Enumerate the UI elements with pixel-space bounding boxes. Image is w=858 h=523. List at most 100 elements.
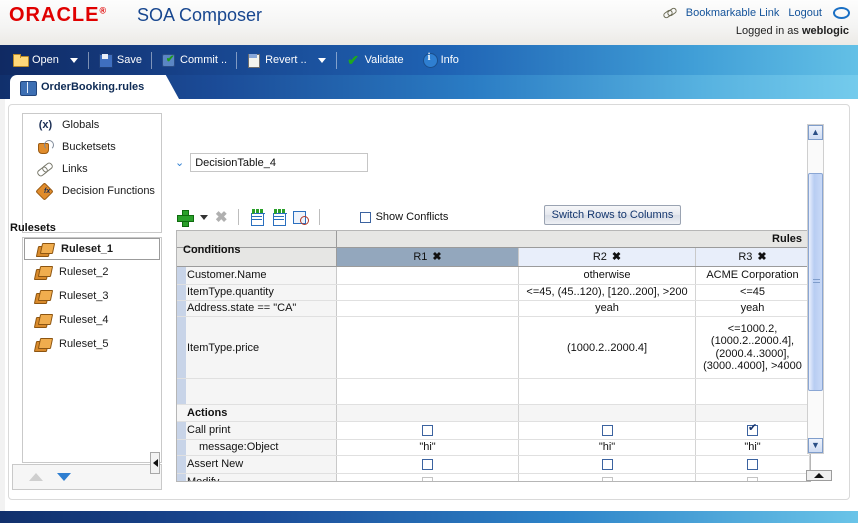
action-value-cell-r1[interactable] [337, 456, 519, 473]
sidebar-item-ruleset-3[interactable]: Ruleset_3 [23, 284, 161, 308]
collapse-panel-button[interactable] [806, 470, 832, 481]
split-cell-icon[interactable] [249, 208, 264, 226]
bookmarkable-link[interactable]: Bookmarkable Link [686, 7, 780, 19]
delete-rule-icon[interactable]: ✖ [432, 251, 441, 263]
action-name-cell[interactable]: Call print [177, 422, 337, 439]
add-dropdown-arrow[interactable] [200, 214, 208, 220]
sidebar-item-decision-functions[interactable]: Decision Functions [23, 180, 161, 202]
scroll-up-button[interactable]: ▲ [808, 125, 823, 140]
action-param-name-cell[interactable]: message:Object [177, 440, 337, 455]
logout-link[interactable]: Logout [788, 7, 822, 19]
delete-icon[interactable]: ✖ [215, 210, 228, 225]
condition-value-cell-r3[interactable]: <=45 [696, 285, 810, 300]
show-conflicts-toggle[interactable]: Show Conflicts [359, 211, 448, 223]
save-button[interactable]: Save [93, 51, 147, 69]
condition-value-cell-r1[interactable] [337, 267, 519, 284]
action-value-cell-r2[interactable] [519, 456, 696, 473]
action-param-cell-r3[interactable]: "hi" [696, 440, 810, 455]
condition-value-cell-r2[interactable]: yeah [519, 301, 696, 316]
row-gutter [177, 379, 186, 404]
condition-value-cell-r2[interactable]: otherwise [519, 267, 696, 284]
action-value-cell-r2[interactable] [519, 422, 696, 439]
action-param-cell-r1[interactable]: "hi" [337, 440, 519, 455]
move-up-icon[interactable] [29, 473, 43, 481]
rulesets-heading: Rulesets [10, 222, 56, 234]
rule-column-header-r1[interactable]: R1 ✖ [337, 248, 519, 266]
condition-name-label: Customer.Name [187, 269, 267, 281]
save-label: Save [116, 54, 142, 66]
open-button[interactable]: Open [8, 51, 64, 69]
sidebar-item-globals[interactable]: (x) Globals [23, 114, 161, 136]
commit-icon [161, 53, 176, 67]
condition-name-cell[interactable]: Customer.Name [177, 267, 337, 284]
preferences-icon[interactable] [833, 7, 850, 19]
commit-button[interactable]: Commit .. [156, 51, 232, 69]
find-gaps-icon[interactable] [292, 210, 309, 225]
action-name-label: Call print [187, 424, 231, 436]
condition-value-cell-r3[interactable]: <=1000.2, (1000.2..2000.4], (2000.4..300… [696, 317, 810, 378]
action-checkbox[interactable] [747, 459, 758, 470]
action-value-cell-r3[interactable] [696, 422, 810, 439]
action-value-cell-r1[interactable] [337, 422, 519, 439]
toolbar-separator [87, 51, 89, 69]
commit-label: Commit .. [180, 54, 228, 66]
rules-header-label: Rules [772, 233, 802, 245]
actions-section-header: Actions [177, 405, 810, 422]
action-checkbox[interactable] [747, 423, 758, 436]
blank-cell [519, 379, 696, 404]
validate-button[interactable]: ✔ Validate [341, 51, 409, 69]
action-checkbox[interactable] [601, 459, 613, 470]
rules-book-icon [20, 80, 37, 96]
sidebar-item-ruleset-2[interactable]: Ruleset_2 [23, 260, 161, 284]
logged-in-user: weblogic [801, 25, 849, 37]
table-vertical-scrollbar[interactable]: ▲ ▼ [807, 124, 824, 454]
tab-orderbooking-rules[interactable]: OrderBooking.rules [10, 75, 165, 99]
condition-name-cell[interactable]: ItemType.price [177, 317, 337, 378]
add-icon[interactable] [176, 209, 194, 227]
action-value-cell-r1 [337, 474, 519, 481]
panel-splitter-handle[interactable] [150, 452, 160, 474]
rule-column-header-r2[interactable]: R2 ✖ [519, 248, 696, 266]
chevron-down-icon[interactable]: ⌄ [175, 156, 184, 169]
tab-strip: OrderBooking.rules [0, 75, 858, 99]
sidebar-item-links[interactable]: Links [23, 158, 161, 180]
decision-table-name-input[interactable] [190, 153, 369, 172]
show-conflicts-checkbox[interactable] [359, 211, 371, 223]
conditions-header-label: Conditions [183, 244, 241, 256]
condition-value-cell-r1[interactable] [337, 301, 519, 316]
toolbar-separator [318, 209, 320, 225]
scroll-down-button[interactable]: ▼ [808, 438, 823, 453]
rule-id-label: R1 [413, 251, 428, 263]
condition-name-cell[interactable]: ItemType.quantity [177, 285, 337, 300]
condition-value-cell-r2[interactable]: (1000.2..2000.4] [519, 317, 696, 378]
info-button[interactable]: Info [417, 51, 464, 69]
condition-name-cell[interactable]: Address.state == "CA" [177, 301, 337, 316]
delete-rule-icon[interactable]: ✖ [612, 251, 621, 263]
revert-button[interactable]: Revert .. [241, 51, 312, 69]
condition-value-cell-r1[interactable] [337, 285, 519, 300]
row-gutter [177, 285, 186, 300]
delete-rule-icon[interactable]: ✖ [757, 251, 766, 263]
sidebar-item-ruleset-5[interactable]: Ruleset_5 [23, 332, 161, 356]
sidebar-item-ruleset-4[interactable]: Ruleset_4 [23, 308, 161, 332]
condition-value-cell-r1[interactable] [337, 317, 519, 378]
action-checkbox[interactable] [422, 459, 433, 470]
switch-rows-to-columns-button[interactable]: Switch Rows to Columns [544, 205, 681, 225]
rule-column-header-r3[interactable]: R3 ✖ [696, 248, 810, 266]
sidebar-item-ruleset-1[interactable]: Ruleset_1 [24, 238, 160, 260]
move-down-icon[interactable] [57, 473, 71, 481]
open-dropdown-arrow[interactable] [69, 57, 78, 63]
revert-dropdown-arrow[interactable] [317, 57, 326, 63]
merge-cell-icon[interactable] [271, 208, 286, 226]
sidebar-item-bucketsets[interactable]: Bucketsets [23, 136, 161, 158]
scrollbar-thumb[interactable] [808, 173, 823, 391]
action-name-cell[interactable]: Assert New [177, 456, 337, 473]
condition-value-cell-r3[interactable]: ACME Corporation [696, 267, 810, 284]
action-value-cell-r3[interactable] [696, 456, 810, 473]
action-checkbox[interactable] [601, 425, 613, 436]
action-param-cell-r2[interactable]: "hi" [519, 440, 696, 455]
condition-value-cell-r3[interactable]: yeah [696, 301, 810, 316]
action-name-cell[interactable]: Modify [177, 474, 337, 481]
action-checkbox[interactable] [422, 425, 433, 436]
condition-value-cell-r2[interactable]: <=45, (45..120), [120..200], >200 [519, 285, 696, 300]
